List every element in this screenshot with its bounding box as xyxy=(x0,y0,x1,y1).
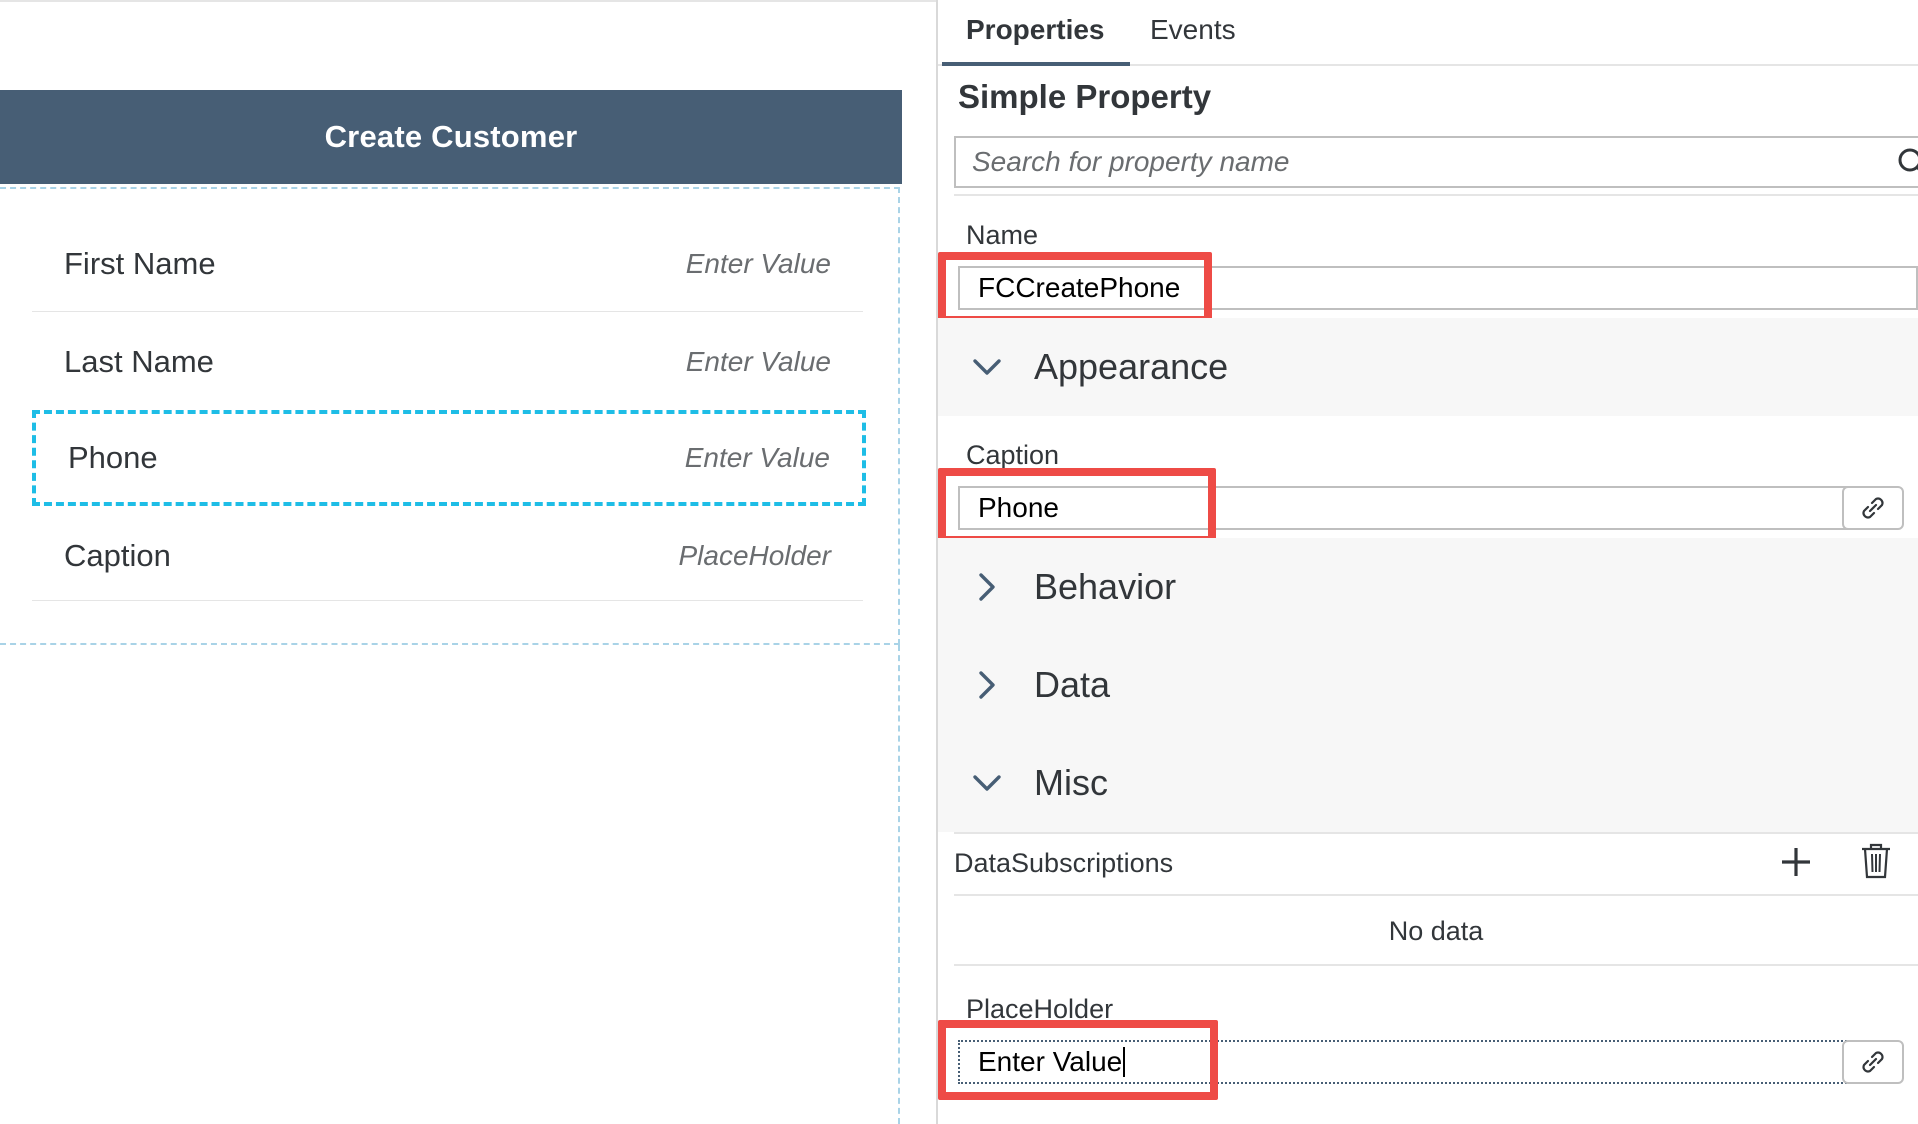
annotation-highlight-box xyxy=(938,252,1212,324)
data-subscriptions-header: DataSubscriptions xyxy=(954,832,1918,896)
chevron-right-icon xyxy=(979,573,995,601)
form-row-first-name[interactable]: First Name Enter Value xyxy=(32,218,863,310)
search-icon[interactable] xyxy=(1896,146,1918,180)
group-label: Misc xyxy=(1034,762,1108,803)
section-title: Simple Property xyxy=(958,78,1212,115)
tab-events[interactable]: Events xyxy=(1150,14,1236,64)
group-behavior[interactable]: Behavior xyxy=(938,538,1918,636)
group-label: Data xyxy=(1034,664,1111,705)
link-icon xyxy=(1862,497,1884,519)
placeholder-binding-button[interactable] xyxy=(1842,1040,1904,1084)
caption-label: Caption xyxy=(966,440,1060,470)
group-label: Behavior xyxy=(1034,566,1177,607)
tab-properties[interactable]: Properties xyxy=(966,14,1105,64)
form-row-placeholder: PlaceHolder xyxy=(678,540,831,571)
form-row-label: Last Name xyxy=(64,344,214,379)
chevron-down-icon xyxy=(973,775,1001,791)
data-subscriptions-empty: No data xyxy=(954,898,1918,966)
chevron-right-icon xyxy=(979,671,995,699)
page-title: Create Customer xyxy=(324,119,578,154)
row-divider xyxy=(32,600,863,601)
panel-tabs: Properties Events xyxy=(938,0,1918,66)
plus-icon[interactable] xyxy=(1778,844,1814,880)
page-header[interactable]: Create Customer xyxy=(0,90,902,184)
link-icon xyxy=(1862,1051,1884,1073)
form-row-phone-selected[interactable]: Phone Enter Value xyxy=(32,410,866,506)
form-row-last-name[interactable]: Last Name Enter Value xyxy=(32,316,863,408)
group-appearance[interactable]: Appearance xyxy=(938,318,1918,416)
annotation-highlight-box xyxy=(938,468,1216,544)
form-row-label: Phone xyxy=(68,440,158,475)
trash-icon[interactable] xyxy=(1860,842,1892,880)
annotation-highlight-box xyxy=(938,1020,1218,1100)
canvas-top-border xyxy=(0,0,938,2)
name-label: Name xyxy=(966,220,1039,250)
form-row-placeholder: Enter Value xyxy=(685,248,831,279)
form-row-label: First Name xyxy=(64,246,216,281)
form-row-caption[interactable]: Caption PlaceHolder xyxy=(32,510,863,602)
divider xyxy=(954,194,1918,196)
active-tab-indicator xyxy=(942,62,1130,66)
caption-binding-button[interactable] xyxy=(1842,486,1904,530)
form-row-placeholder: Enter Value xyxy=(684,442,830,473)
canvas-boundary xyxy=(898,645,900,1124)
designer-canvas: Create Customer First Name Enter Value L… xyxy=(0,0,938,1124)
form-row-label: Caption xyxy=(64,538,171,573)
form-row-placeholder: Enter Value xyxy=(685,346,831,377)
property-search[interactable] xyxy=(954,136,1918,188)
chevron-down-icon xyxy=(973,359,1001,375)
group-label: Appearance xyxy=(1034,346,1229,387)
row-divider xyxy=(32,311,863,312)
group-misc[interactable]: Misc xyxy=(938,734,1918,832)
group-data[interactable]: Data xyxy=(938,636,1918,734)
data-subscriptions-label: DataSubscriptions xyxy=(954,848,1174,878)
search-input[interactable] xyxy=(956,138,1856,186)
properties-panel: Properties Events Simple Property Name F… xyxy=(936,0,1918,1124)
